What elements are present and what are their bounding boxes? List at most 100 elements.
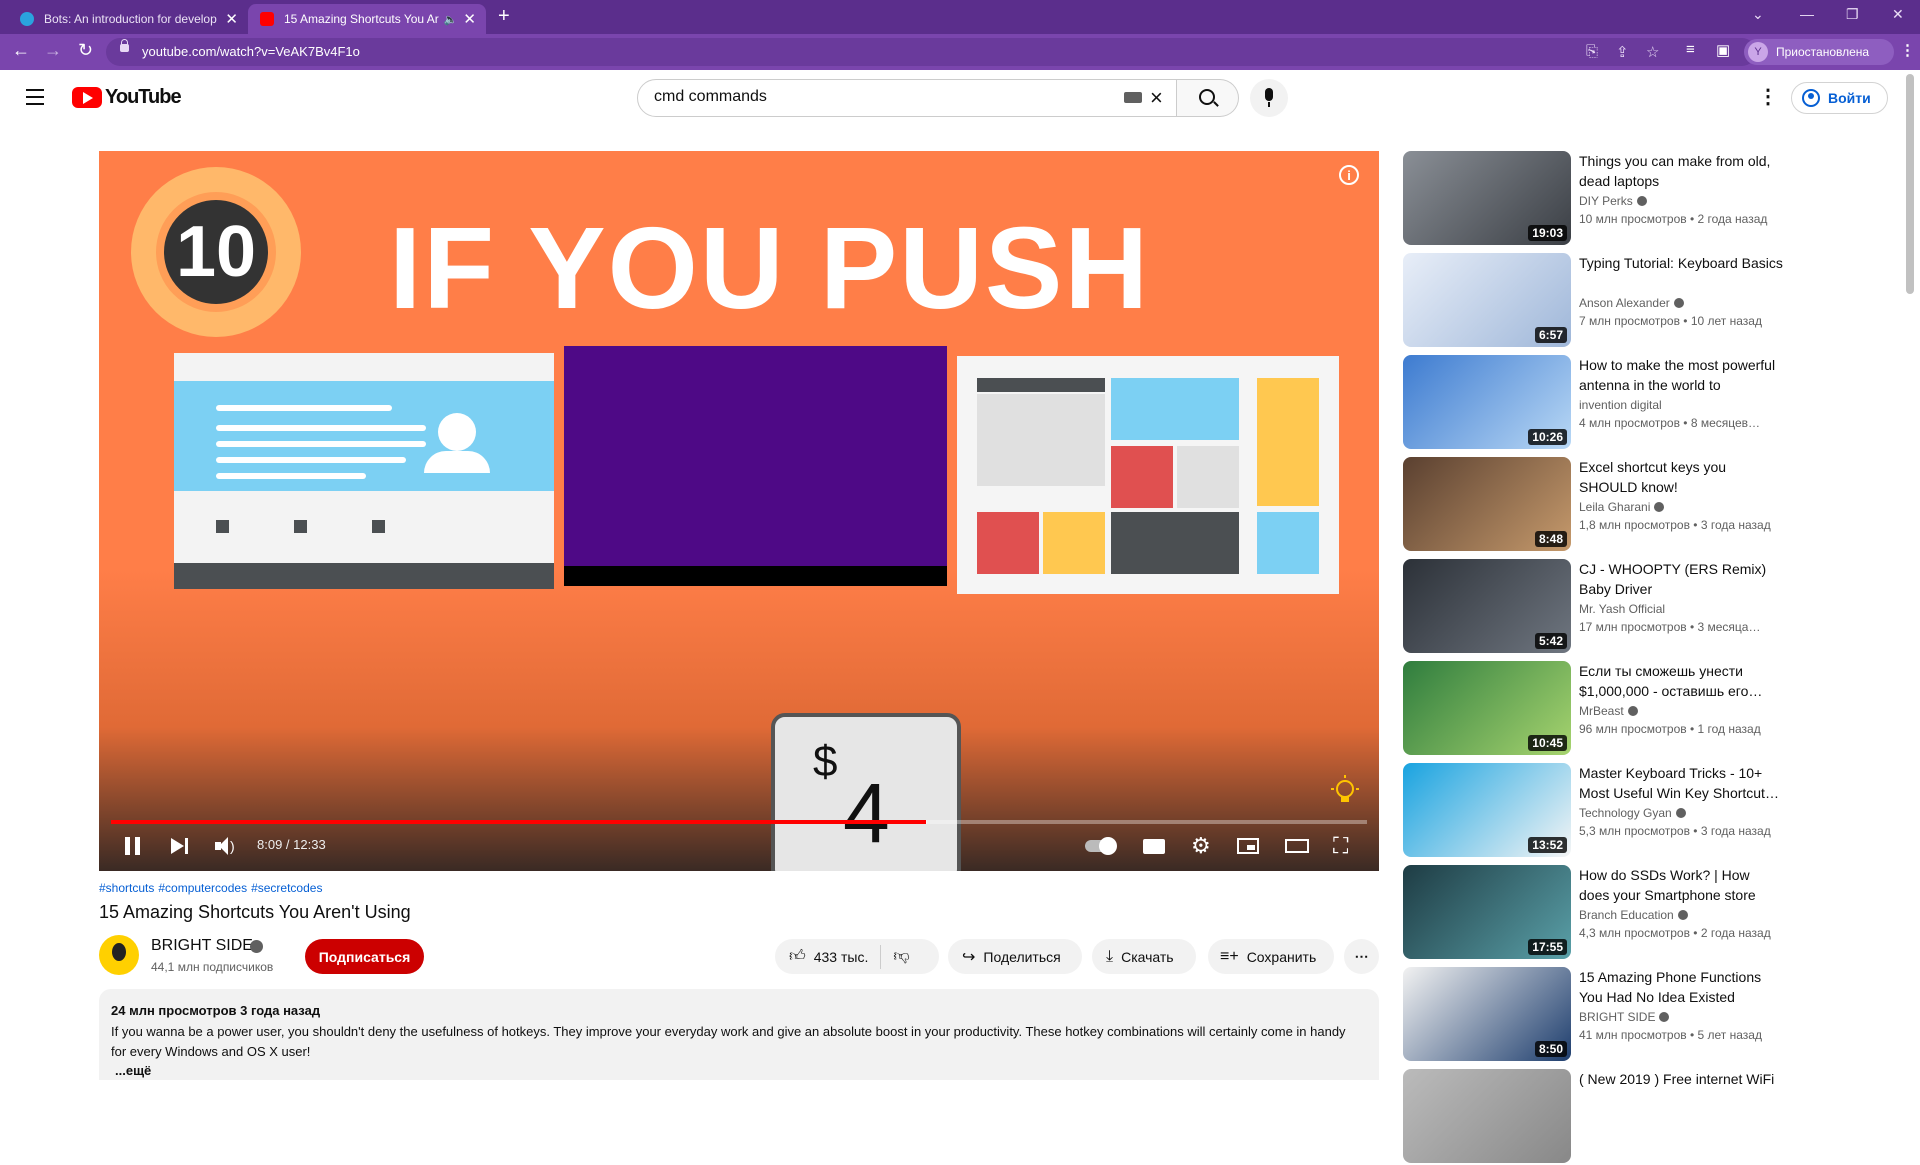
page-scrollbar[interactable]	[1906, 74, 1914, 294]
channel-avatar[interactable]	[99, 935, 139, 975]
profile-button[interactable]: Y Приостановлена	[1744, 39, 1894, 65]
next-button[interactable]	[171, 833, 188, 859]
youtube-logo[interactable]: YouTube	[72, 86, 182, 109]
recommended-video-title[interactable]: How do SSDs Work? | How does your Smartp…	[1579, 865, 1783, 905]
minimize-button[interactable]: —	[1800, 6, 1814, 22]
recommended-video-title[interactable]: Typing Tutorial: Keyboard Basics	[1579, 253, 1783, 273]
recommended-channel-name[interactable]: DIY Perks	[1579, 194, 1647, 208]
like-button[interactable]: 👍︎ 433 тыс.	[789, 947, 868, 966]
reload-button[interactable]: ↻	[78, 40, 93, 61]
close-tab-icon[interactable]: ✕	[225, 10, 238, 28]
search-button[interactable]	[1177, 79, 1239, 117]
recommended-video[interactable]: 6:57 Typing Tutorial: Keyboard Basics Anso…	[1403, 253, 1783, 349]
recommended-channel-name[interactable]: Anson Alexander	[1579, 296, 1684, 310]
video-thumbnail[interactable]: 10:26	[1403, 355, 1571, 449]
channel-watermark-bulb-icon[interactable]	[1327, 775, 1363, 811]
browser-tab-telegram[interactable]: Bots: An introduction for develop ✕	[8, 4, 248, 34]
share-icon[interactable]: ⇪	[1616, 43, 1629, 61]
show-more-link[interactable]: ...ещё	[115, 1063, 151, 1078]
address-bar[interactable]: youtube.com/watch?v=VeAK7Bv4F1o ⎘ ⇪ ☆	[106, 38, 1756, 66]
recommended-video[interactable]: 10:26 How to make the most powerful anten…	[1403, 355, 1783, 451]
recommended-video[interactable]: 8:50 15 Amazing Phone Functions You Had N…	[1403, 967, 1783, 1063]
download-button[interactable]: ⤓ Скачать	[1092, 939, 1196, 974]
side-panel-icon[interactable]: ▣	[1716, 41, 1730, 59]
video-thumbnail[interactable]: 5:42	[1403, 559, 1571, 653]
recommended-video[interactable]: 5:42 CJ - WHOOPTY (ERS Remix) Baby Driver…	[1403, 559, 1783, 655]
recommended-channel-name[interactable]: Mr. Yash Official	[1579, 602, 1665, 616]
keyboard-icon[interactable]	[1124, 92, 1142, 103]
video-thumbnail[interactable]: 17:55	[1403, 865, 1571, 959]
browser-menu-icon[interactable]: ⋮	[1900, 41, 1915, 59]
recommended-video-title[interactable]: How to make the most powerful antenna in…	[1579, 355, 1783, 395]
more-actions-button[interactable]: ⋯	[1344, 939, 1379, 974]
bookmark-star-icon[interactable]: ☆	[1646, 43, 1659, 61]
info-icon[interactable]: i	[1339, 165, 1359, 185]
search-box: ×	[637, 79, 1177, 117]
recommended-channel-name[interactable]: MrBeast	[1579, 704, 1638, 718]
recommended-video[interactable]: 10:45 Если ты сможешь унести $1,000,000 -…	[1403, 661, 1783, 757]
reading-list-icon[interactable]: ≡	[1686, 41, 1695, 58]
sign-in-button[interactable]: Войти	[1791, 82, 1888, 114]
close-window-button[interactable]: ✕	[1892, 6, 1904, 23]
audio-playing-icon[interactable]: 🔈	[444, 13, 458, 26]
video-thumbnail[interactable]	[1403, 1069, 1571, 1163]
tab-search-chevron-icon[interactable]: ⌄	[1752, 6, 1764, 23]
miniplayer-button[interactable]	[1237, 833, 1259, 859]
share-button[interactable]: ↪ Поделиться	[948, 939, 1082, 974]
recommended-video-title[interactable]: CJ - WHOOPTY (ERS Remix) Baby Driver	[1579, 559, 1783, 599]
hashtag-link[interactable]: #computercodes	[158, 881, 247, 895]
search-input[interactable]	[652, 87, 1056, 107]
video-thumbnail[interactable]: 8:48	[1403, 457, 1571, 551]
clear-search-icon[interactable]: ×	[1150, 85, 1163, 111]
recommended-channel-name[interactable]: Leila Gharani	[1579, 500, 1665, 514]
hamburger-menu-icon[interactable]	[26, 89, 44, 110]
recommended-channel-name[interactable]: invention digital	[1579, 398, 1662, 412]
recommended-video-title[interactable]: Если ты сможешь унести $1,000,000 - оста…	[1579, 661, 1783, 701]
settings-menu-icon[interactable]: ⋮	[1758, 84, 1778, 109]
new-tab-button[interactable]: +	[498, 5, 510, 28]
description-box[interactable]: 24 млн просмотров 3 года назад If you wa…	[99, 989, 1379, 1080]
theater-mode-button[interactable]	[1285, 833, 1309, 859]
youtube-header: YouTube × ⋮ Войти	[0, 70, 1920, 126]
hashtag-link[interactable]: #secretcodes	[251, 881, 322, 895]
recommended-video-title[interactable]: ( New 2019 ) Free internet WiFi	[1579, 1069, 1783, 1089]
autoplay-toggle[interactable]	[1085, 833, 1117, 859]
recommended-video-title[interactable]: 15 Amazing Phone Functions You Had No Id…	[1579, 967, 1783, 1007]
fullscreen-button[interactable]: ⛶	[1333, 833, 1348, 859]
progress-bar[interactable]	[111, 820, 1367, 824]
recommended-channel-name[interactable]: BRIGHT SIDE	[1579, 1010, 1670, 1024]
recommended-video-title[interactable]: Excel shortcut keys you SHOULD know!	[1579, 457, 1783, 497]
recommended-video[interactable]: ( New 2019 ) Free internet WiFi	[1403, 1069, 1783, 1165]
recommended-channel-name[interactable]: Technology Gyan	[1579, 806, 1686, 820]
recommended-video[interactable]: 8:48 Excel shortcut keys you SHOULD know!…	[1403, 457, 1783, 553]
voice-search-button[interactable]	[1250, 79, 1288, 117]
recommended-video-title[interactable]: Master Keyboard Tricks - 10+ Most Useful…	[1579, 763, 1783, 803]
recommended-video[interactable]: 19:03 Things you can make from old, dead …	[1403, 151, 1783, 247]
recommended-video[interactable]: 17:55 How do SSDs Work? | How does your S…	[1403, 865, 1783, 961]
browser-tab-youtube[interactable]: 15 Amazing Shortcuts You Ar 🔈 ✕	[248, 4, 486, 34]
back-button[interactable]: ←	[12, 40, 30, 61]
recommended-video-title[interactable]: Things you can make from old, dead lapto…	[1579, 151, 1783, 191]
video-player[interactable]: 10 IF YOU PUSH $ 4 i) 8:09 / 12:33 ⚙ ⛶	[99, 151, 1379, 871]
save-button[interactable]: ≡+ Сохранить	[1208, 939, 1334, 974]
video-thumbnail[interactable]: 19:03	[1403, 151, 1571, 245]
close-tab-icon[interactable]: ✕	[463, 10, 476, 28]
video-thumbnail[interactable]: 13:52	[1403, 763, 1571, 857]
pause-button[interactable]	[125, 833, 145, 859]
subtitles-button[interactable]	[1143, 833, 1165, 859]
verified-icon	[1677, 910, 1688, 920]
dislike-button[interactable]: 👎︎	[893, 947, 909, 966]
hashtag-link[interactable]: #shortcuts	[99, 881, 154, 895]
subscribe-button[interactable]: Подписаться	[305, 939, 424, 974]
recommended-video[interactable]: 13:52 Master Keyboard Tricks - 10+ Most U…	[1403, 763, 1783, 859]
install-app-icon[interactable]: ⎘	[1586, 43, 1598, 60]
recommended-channel-name[interactable]: Branch Education	[1579, 908, 1688, 922]
maximize-button[interactable]: ❐	[1846, 6, 1859, 23]
forward-button[interactable]: →	[44, 40, 62, 61]
video-thumbnail[interactable]: 6:57	[1403, 253, 1571, 347]
video-thumbnail[interactable]: 10:45	[1403, 661, 1571, 755]
channel-name[interactable]: BRIGHT SIDE	[151, 937, 253, 955]
settings-gear-button[interactable]: ⚙	[1191, 833, 1211, 859]
mute-button[interactable]: )	[215, 833, 235, 859]
video-thumbnail[interactable]: 8:50	[1403, 967, 1571, 1061]
